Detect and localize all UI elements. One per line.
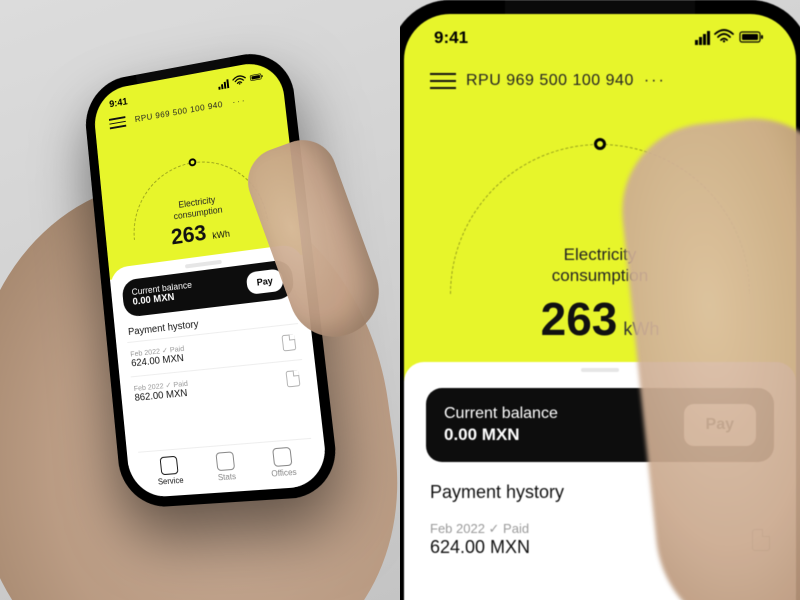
more-icon[interactable]: ···: [644, 72, 666, 90]
document-icon[interactable]: [286, 370, 301, 387]
status-time: 9:41: [434, 28, 468, 48]
status-time: 9:41: [109, 97, 128, 111]
service-icon: [160, 456, 179, 475]
battery-icon: [249, 71, 264, 86]
menu-icon[interactable]: [430, 73, 456, 89]
offices-icon: [272, 447, 292, 467]
gauge-pointer: [594, 138, 606, 150]
balance-label: Current balance: [444, 405, 558, 423]
battery-icon: [738, 28, 766, 48]
history-item-amount: 624.00 MXN: [430, 537, 530, 558]
more-icon[interactable]: ···: [232, 95, 247, 107]
cellular-icon: [695, 31, 710, 45]
gauge-dial: [127, 151, 268, 239]
account-number[interactable]: RPU 969 500 100 940: [466, 72, 634, 90]
document-icon[interactable]: [282, 334, 297, 351]
wifi-icon: [232, 74, 247, 89]
tab-stats[interactable]: Stats: [215, 451, 236, 482]
balance-amount: 0.00 MXN: [444, 425, 558, 445]
status-bar: 9:41: [404, 14, 796, 54]
status-indicators: [695, 28, 766, 48]
wifi-icon: [714, 28, 734, 48]
consumption-number: 263: [541, 292, 618, 346]
cellular-icon: [218, 79, 230, 90]
tab-bar: Service Stats Offices: [138, 438, 316, 498]
photo-left: 9:41 RPU 969 500 100 940 ···: [0, 0, 400, 600]
stats-icon: [215, 451, 235, 471]
balance-card: Current balance 0.00 MXN Pay: [121, 258, 295, 317]
tab-offices[interactable]: Offices: [269, 447, 298, 479]
consumption-unit: kWh: [212, 228, 231, 240]
photo-right: 9:41 RPU 969 500 100 940 ···: [400, 0, 800, 600]
tab-service[interactable]: Service: [156, 455, 184, 486]
app-header: RPU 969 500 100 940 ···: [404, 54, 796, 92]
history-item-meta: Feb 2022 ✓ Paid: [430, 521, 530, 537]
menu-icon[interactable]: [109, 116, 126, 129]
